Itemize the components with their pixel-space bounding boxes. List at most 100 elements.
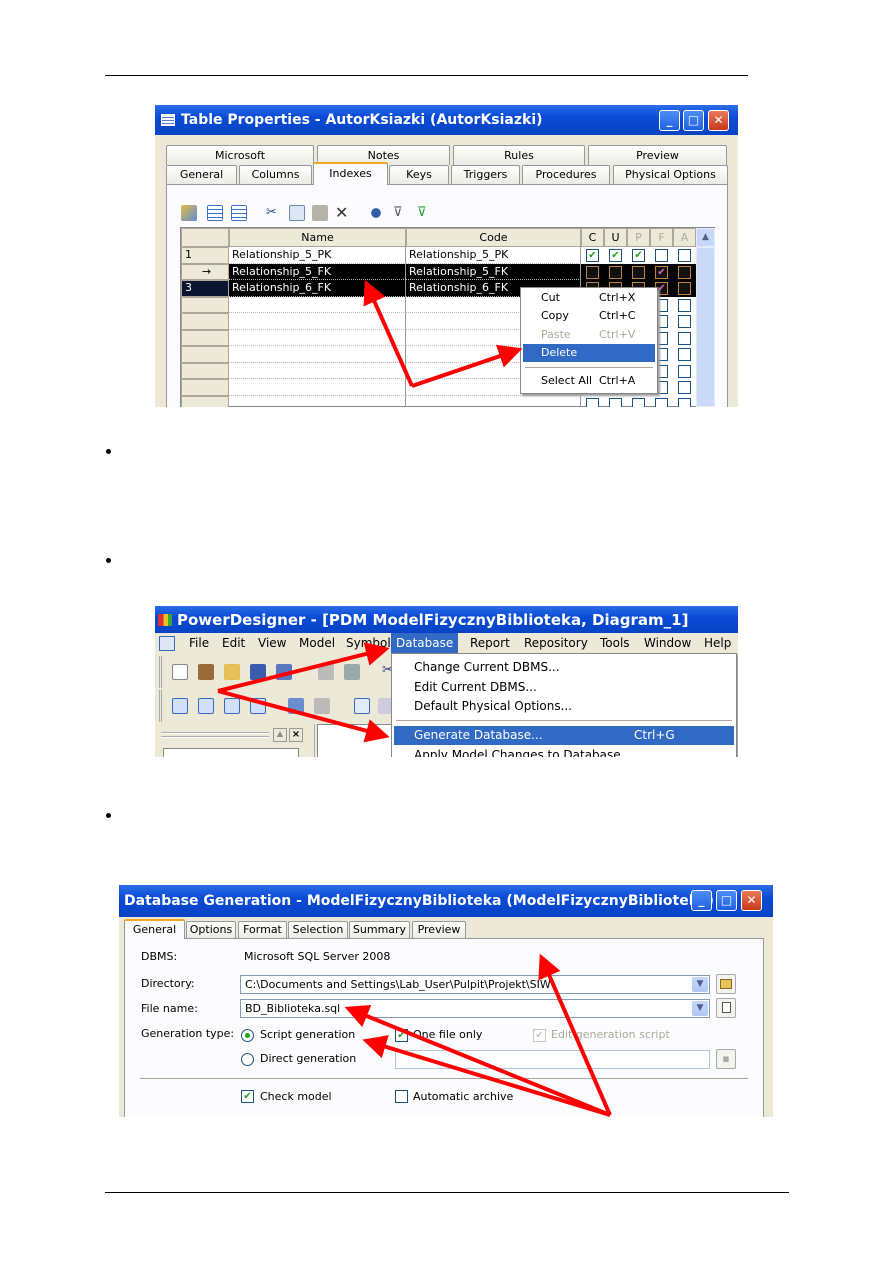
open-icon[interactable]	[224, 664, 240, 680]
one-file-only-checkbox[interactable]: ✔	[395, 1029, 408, 1042]
flag-checkbox[interactable]	[678, 397, 691, 407]
menu-window[interactable]: Window	[639, 633, 696, 654]
menu-database[interactable]: Database	[391, 633, 459, 654]
chevron-down-icon[interactable]: ▼	[692, 977, 708, 992]
flag-checkbox[interactable]	[632, 265, 645, 279]
new-project-icon[interactable]	[198, 664, 214, 680]
direct-generation-radio[interactable]	[241, 1053, 254, 1066]
flag-checkbox[interactable]	[586, 397, 599, 407]
pane-close-button[interactable]: ×	[289, 728, 303, 742]
tab-procedures[interactable]: Procedures	[522, 165, 610, 184]
flag-checkbox[interactable]	[678, 249, 691, 262]
properties-icon[interactable]	[181, 205, 197, 221]
menu-item-copy[interactable]: Copy Ctrl+C	[523, 307, 655, 325]
pane-grip[interactable]	[161, 732, 269, 738]
model-icon[interactable]	[198, 698, 214, 714]
flag-checkbox[interactable]	[655, 249, 668, 262]
tab-options[interactable]: Options	[186, 921, 236, 938]
tab-format[interactable]: Format	[238, 921, 287, 938]
script-generation-radio[interactable]	[241, 1029, 254, 1042]
page-icon[interactable]	[224, 698, 240, 714]
name-cell[interactable]	[229, 329, 406, 346]
flag-checkbox[interactable]	[678, 331, 691, 345]
vertical-scrollbar[interactable]: ▲	[696, 228, 715, 407]
browse-folder-button[interactable]	[716, 974, 736, 994]
scroll-thumb[interactable]	[697, 248, 714, 406]
diagram-area[interactable]	[317, 724, 397, 757]
save-icon[interactable]	[250, 664, 266, 680]
pages-icon[interactable]	[250, 698, 266, 714]
close-button[interactable]: ✕	[741, 890, 762, 911]
maximize-button[interactable]: □	[716, 890, 737, 911]
menu-help[interactable]: Help	[699, 633, 736, 654]
menu-item-edit-dbms[interactable]: Edit Current DBMS...	[394, 678, 734, 696]
menu-item-cut[interactable]: Cut Ctrl+X	[523, 289, 655, 307]
automatic-archive-checkbox[interactable]	[395, 1090, 408, 1103]
chevron-down-icon[interactable]: ▼	[692, 1001, 708, 1016]
row-header[interactable]	[181, 329, 229, 346]
flag-checkbox[interactable]	[678, 298, 691, 312]
column-header-a[interactable]: A	[673, 228, 696, 247]
row-header[interactable]	[181, 395, 229, 407]
row-header[interactable]	[181, 313, 229, 330]
name-cell[interactable]: Relationship_5_PK	[229, 247, 406, 264]
scroll-up-button[interactable]: ▲	[697, 229, 714, 246]
row-header[interactable]	[181, 362, 229, 379]
minimize-button[interactable]: _	[691, 890, 712, 911]
print-preview-icon[interactable]	[318, 664, 334, 680]
menu-item-delete[interactable]: Delete	[523, 344, 655, 362]
browser-tree[interactable]	[163, 748, 299, 757]
menu-model[interactable]: Model	[294, 633, 340, 654]
menu-item-generate-database[interactable]: Generate Database... Ctrl+G	[394, 726, 734, 745]
code-cell[interactable]	[406, 395, 581, 407]
tab-keys[interactable]: Keys	[389, 165, 449, 184]
flag-checkbox[interactable]	[678, 381, 691, 394]
name-cell[interactable]	[229, 296, 406, 313]
delete-icon[interactable]: ✕	[335, 203, 351, 222]
flag-checkbox[interactable]: ✔	[609, 249, 622, 262]
name-cell[interactable]	[229, 362, 406, 379]
menu-symbol[interactable]: Symbol	[341, 633, 396, 654]
tab-indexes[interactable]: Indexes	[313, 162, 388, 185]
menu-view[interactable]: View	[253, 633, 291, 654]
column-header-u[interactable]: U	[604, 228, 627, 247]
tab-physical-options[interactable]: Physical Options	[613, 165, 728, 184]
maximize-button[interactable]: □	[683, 110, 704, 131]
flag-checkbox[interactable]: ✔	[655, 265, 668, 279]
cut-icon[interactable]: ✂	[266, 205, 282, 221]
menu-edit[interactable]: Edit	[217, 633, 250, 654]
minimize-button[interactable]: _	[659, 110, 680, 131]
save-all-icon[interactable]	[276, 664, 292, 680]
flag-checkbox[interactable]	[678, 348, 691, 361]
column-header-c[interactable]: C	[581, 228, 604, 247]
table-row[interactable]: → Relationship_5_FK Relationship_5_FK ✔	[181, 263, 696, 280]
new-icon[interactable]	[172, 664, 188, 680]
menu-item-select-all[interactable]: Select All Ctrl+A	[523, 372, 655, 390]
close-button[interactable]: ✕	[708, 110, 729, 131]
zoom-icon[interactable]	[354, 698, 370, 714]
diagram-icon[interactable]	[172, 698, 188, 714]
directory-field[interactable]: C:\Documents and Settings\Lab_User\Pulpi…	[240, 975, 710, 994]
column-header-code[interactable]: Code	[406, 228, 581, 247]
flag-checkbox[interactable]: ✔	[632, 249, 645, 262]
table-row[interactable]: 1 Relationship_5_PK Relationship_5_PK ✔ ✔ ✔	[181, 247, 696, 264]
flag-checkbox[interactable]	[609, 397, 622, 407]
flag-checkbox[interactable]	[586, 265, 599, 279]
tab-selection[interactable]: Selection	[288, 921, 348, 938]
paste-icon[interactable]	[312, 205, 328, 221]
tab-triggers[interactable]: Triggers	[451, 165, 520, 184]
tab-microsoft[interactable]: Microsoft	[166, 145, 314, 165]
name-cell[interactable]	[229, 379, 406, 396]
flag-checkbox[interactable]: ✔	[586, 249, 599, 262]
filter-icon[interactable]: ⊽	[393, 205, 409, 221]
pane-collapse-button[interactable]: ▲	[273, 728, 287, 742]
menu-item-apply-model-changes[interactable]: Apply Model Changes to Database...	[394, 746, 734, 757]
flag-checkbox[interactable]	[678, 364, 691, 378]
flag-checkbox[interactable]	[632, 397, 645, 407]
row-header[interactable]	[181, 346, 229, 363]
print-icon[interactable]	[344, 664, 360, 680]
menu-item-default-physical-options[interactable]: Default Physical Options...	[394, 697, 734, 715]
tab-columns[interactable]: Columns	[239, 165, 312, 184]
code-cell[interactable]: Relationship_5_PK	[406, 247, 581, 264]
check-model-checkbox[interactable]: ✔	[241, 1090, 254, 1103]
